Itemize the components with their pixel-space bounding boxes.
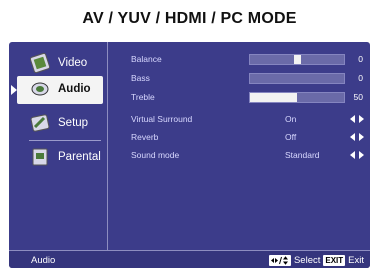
selection-pointer-icon: [11, 85, 17, 95]
exit-key[interactable]: EXIT: [323, 254, 346, 266]
balance-value: 0: [358, 54, 363, 64]
balance-row[interactable]: Balance 0: [131, 52, 370, 66]
menu-sidebar: Video Audio Setup Parental: [9, 42, 108, 250]
audio-icon: [31, 82, 49, 96]
setting-label: Sound mode: [131, 150, 180, 160]
navigation-keys-icon: [268, 254, 291, 266]
sidebar-item-label: Setup: [58, 117, 89, 129]
sidebar-item-setup[interactable]: Setup: [17, 110, 103, 141]
exit-hint-label: Exit: [348, 254, 364, 266]
treble-slider[interactable]: [249, 92, 345, 103]
footer-hints: Select EXIT Exit: [268, 254, 364, 266]
audio-settings: Balance 0 Bass 0 Treble 50 Virtual Surro…: [131, 42, 370, 250]
sidebar-item-parental[interactable]: Parental: [17, 144, 103, 172]
balance-slider[interactable]: [249, 54, 345, 65]
sidebar-item-label: Parental: [58, 151, 101, 163]
bass-row[interactable]: Bass 0: [131, 71, 370, 85]
setting-label: Virtual Surround: [131, 114, 193, 124]
reverb-row[interactable]: Reverb Off: [131, 130, 370, 144]
virtual-surround-value: On: [285, 114, 297, 124]
left-right-arrows-icon[interactable]: [350, 133, 364, 141]
video-icon: [29, 52, 51, 74]
sidebar-item-label: Video: [58, 57, 88, 69]
setting-label: Reverb: [131, 132, 159, 142]
page-title: AV / YUV / HDMI / PC MODE: [82, 10, 297, 27]
setting-label: Balance: [131, 54, 162, 64]
balance-slider-knob[interactable]: [294, 55, 301, 64]
sound-mode-value: Standard: [285, 150, 320, 160]
treble-slider-fill: [250, 93, 297, 102]
sidebar-item-label: Audio: [58, 83, 91, 95]
setting-label: Bass: [131, 73, 150, 83]
reverb-value: Off: [285, 132, 297, 142]
setup-icon: [30, 114, 50, 132]
virtual-surround-row[interactable]: Virtual Surround On: [131, 112, 370, 126]
sound-mode-row[interactable]: Sound mode Standard: [131, 148, 370, 162]
footer-section-label: Audio: [31, 255, 56, 266]
left-right-arrows-icon[interactable]: [350, 151, 364, 159]
bass-value: 0: [358, 73, 363, 83]
sidebar-item-video[interactable]: Video: [17, 50, 103, 81]
bass-slider[interactable]: [249, 73, 345, 84]
sidebar-item-audio[interactable]: Audio: [11, 76, 103, 104]
treble-value: 50: [353, 92, 363, 102]
osd-menu-panel: Video Audio Setup Parental Balance 0 Bas…: [9, 42, 370, 268]
setting-label: Treble: [131, 92, 155, 102]
select-hint-label: Select: [293, 254, 321, 266]
parental-icon: [32, 148, 48, 166]
left-right-arrows-icon[interactable]: [350, 115, 364, 123]
treble-row[interactable]: Treble 50: [131, 90, 370, 104]
menu-footer: Audio Select EXIT Exit: [9, 250, 370, 268]
divider: [29, 140, 101, 141]
